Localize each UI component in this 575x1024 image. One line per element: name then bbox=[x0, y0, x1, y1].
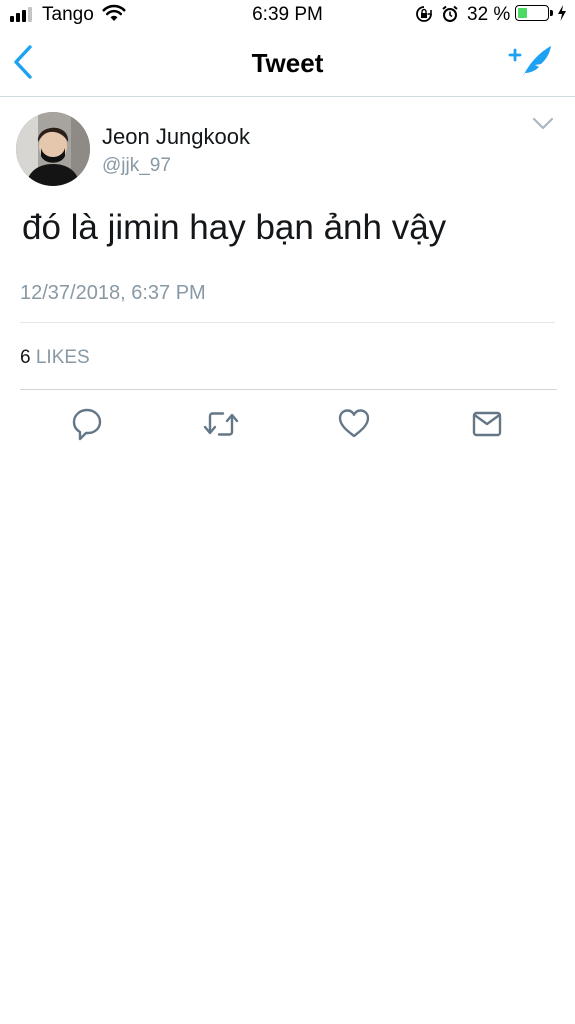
chevron-down-icon[interactable] bbox=[532, 117, 554, 131]
divider bbox=[20, 389, 557, 390]
likes-label: LIKES bbox=[35, 347, 90, 368]
status-bar: Tango 6:39 PM 32 % bbox=[0, 0, 575, 28]
battery-cap bbox=[550, 10, 553, 16]
direct-message-icon[interactable] bbox=[471, 407, 503, 441]
alarm-icon bbox=[442, 5, 458, 22]
nav-bar: Tweet bbox=[0, 28, 575, 97]
likes-count[interactable]: 6 LIKES bbox=[20, 347, 90, 369]
tweet-timestamp: 12/37/2018, 6:37 PM bbox=[20, 282, 206, 304]
profile-photo bbox=[16, 112, 90, 186]
retweet-icon[interactable] bbox=[203, 407, 239, 441]
compose-tweet-icon[interactable] bbox=[508, 42, 554, 82]
author-name[interactable]: Jeon Jungkook bbox=[102, 124, 250, 150]
like-icon[interactable] bbox=[338, 407, 370, 441]
reply-icon[interactable] bbox=[72, 407, 102, 441]
page-title: Tweet bbox=[251, 48, 324, 78]
battery-percent: 32 % bbox=[467, 4, 511, 25]
tweet-text: đó là jimin hay bạn ảnh vậy bbox=[22, 208, 447, 247]
divider bbox=[20, 322, 555, 323]
battery-icon bbox=[515, 5, 549, 21]
avatar[interactable] bbox=[16, 112, 90, 186]
author-handle[interactable]: @jjk_97 bbox=[102, 155, 171, 177]
charging-bolt-icon bbox=[558, 5, 566, 21]
orientation-lock-icon bbox=[416, 6, 432, 22]
likes-number: 6 bbox=[20, 347, 31, 368]
